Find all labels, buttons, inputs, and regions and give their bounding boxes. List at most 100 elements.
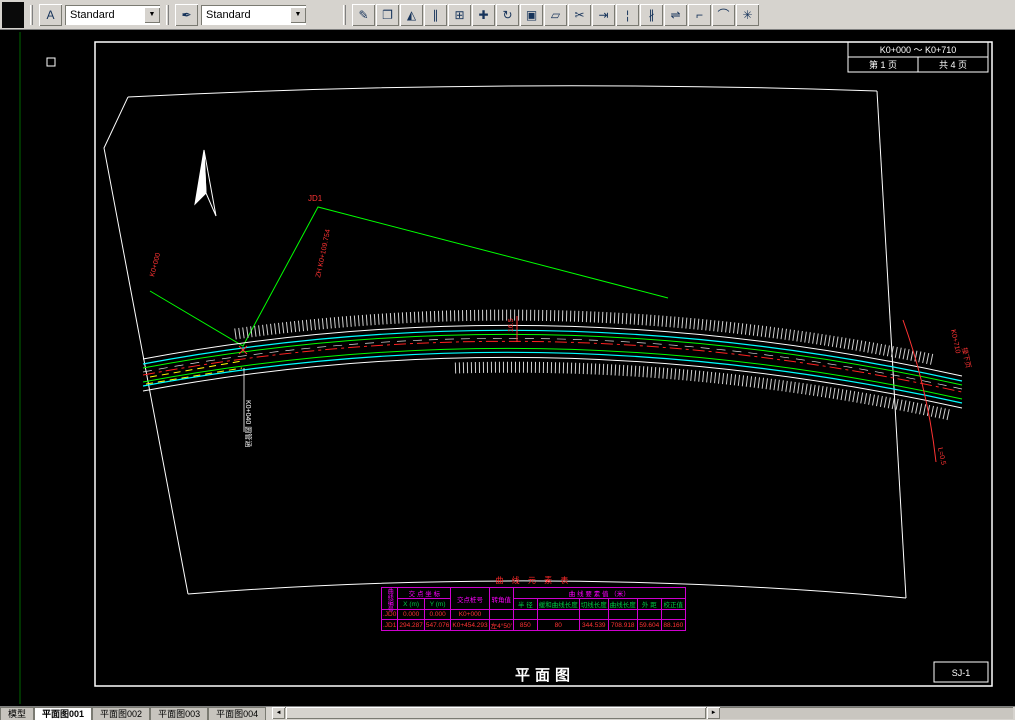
sector-boundary (103, 85, 907, 599)
zh-station-label: ZH K0+109.754 (315, 229, 332, 279)
curve-table-title: 曲 线 元 素 表 (495, 576, 572, 585)
match-line-label: K0+710 (949, 329, 961, 354)
table-cell: 850 (512, 619, 538, 631)
scale-button[interactable]: ▣ (520, 3, 543, 26)
table-cell: .JD1 (380, 619, 399, 631)
toolbar-grip[interactable] (343, 4, 346, 25)
table-cell: 0.000 (423, 609, 452, 620)
layout-tab-平面图001[interactable]: 平面图001 (34, 707, 93, 720)
copy-button[interactable]: ❐ (376, 3, 399, 26)
join-button[interactable]: ⇌ (664, 3, 687, 26)
match-note-label: 接下页 (960, 347, 973, 369)
dim-style-manager-button[interactable]: ✒ (175, 3, 198, 26)
road-edge-bottom (142, 356, 963, 409)
curve-table: 曲线编号交 点 坐 标交点桩号 转角值曲 线 要 素 值 （米） X (m) Y (m… (380, 587, 686, 631)
table-cell: 547.076 (423, 619, 452, 631)
array-button[interactable]: ⊞ (448, 3, 471, 26)
table-cell: 左4°50′ (488, 619, 514, 631)
scroll-left-icon[interactable]: ◄ (272, 707, 286, 719)
road-green-top (142, 333, 963, 386)
table-cell (578, 609, 609, 620)
chamfer-button[interactable]: ⌐ (688, 3, 711, 26)
table-subheader: Y (m) (423, 598, 452, 610)
layout-tabs: 模型 平面图001 平面图002 平面图003 平面图004 (0, 707, 267, 720)
move-button[interactable]: ✚ (472, 3, 495, 26)
table-row: .JD1 294.287 547.076 K0+454.293 左4°50′ 850 80 3… (380, 619, 686, 631)
horizontal-scrollbar[interactable]: ◄ ► (272, 707, 1013, 719)
curve-table-block: 曲 线 元 素 表 曲线编号交 点 坐 标交点桩号 转角值曲 线 要 素 值 （米… (380, 575, 686, 631)
table-cell: 708.918 (607, 619, 638, 631)
table-cell: 80 (536, 619, 580, 631)
table-subheader: 缓和曲线长度 (536, 598, 580, 610)
table-subheader: 校正值 (660, 598, 686, 610)
break-at-point-button[interactable]: ¦ (616, 3, 639, 26)
table-subheader: X (m) (397, 598, 425, 610)
layout-tab-平面图002[interactable]: 平面图002 (92, 707, 151, 720)
chevron-down-icon[interactable]: ▼ (144, 6, 160, 23)
table-header: 曲 线 要 素 值 （米） (512, 587, 686, 599)
station-marks (238, 316, 937, 463)
explode-button[interactable]: ✳ (736, 3, 759, 26)
road-cyan-bottom (142, 351, 963, 404)
drawing-canvas[interactable]: K0+000 ～ K0+710 第 1 页 共 4 页 JD1 K0+000 Z… (0, 30, 1015, 706)
table-row: .JD0 0.000 0.000 K0+000 (380, 609, 686, 620)
table-header: 交点桩号 (450, 587, 490, 610)
table-subheader: 曲线长度 (607, 598, 638, 610)
text-style-manager-button[interactable]: A (39, 3, 62, 26)
break-button[interactable]: ∦ (640, 3, 663, 26)
modify-toolbar: ✎ ❐ ◭ ∥ ⊞ ✚ ↻ ▣ ▱ ✂ ⇥ ¦ ∦ ⇌ ⌐ ⌒ ✳ (352, 3, 759, 26)
table-subheader: 外 距 (636, 598, 662, 610)
table-header: 曲线编号 (380, 587, 399, 612)
scrollbar-thumb[interactable] (286, 707, 707, 719)
sheet-title: 平面图 (515, 667, 575, 684)
sheet-no-label: SJ-1 (952, 668, 971, 678)
trim-button[interactable]: ✂ (568, 3, 591, 26)
north-arrow-icon (194, 149, 217, 217)
stretch-button[interactable]: ▱ (544, 3, 567, 26)
table-header: 转角值 (488, 587, 514, 610)
jd1-label: JD1 (308, 194, 323, 203)
table-header: 交 点 坐 标 (397, 587, 452, 599)
pickbox-cursor (46, 57, 56, 67)
layout-tab-strip: 模型 平面图001 平面图002 平面图003 平面图004 ◄ ► (0, 706, 1015, 720)
layout-tab-模型[interactable]: 模型 (0, 707, 35, 720)
extend-button[interactable]: ⇥ (592, 3, 615, 26)
slope-note-label: L=0.5 (936, 447, 947, 466)
table-cell (512, 609, 538, 620)
top-toolbar: A Standard ▼ ✒ Standard ▼ ✎ ❐ ◭ ∥ ⊞ ✚ ↻ ▣ ▱ ✂ ⇥ ¦ ∦ ⇌… (0, 0, 1015, 30)
start-station-label: K0+000 (149, 252, 162, 277)
dim-style-combo[interactable]: Standard ▼ (201, 4, 306, 25)
page-no-label: 第 1 页 (869, 59, 897, 70)
table-cell: K0+000 (450, 609, 490, 620)
lane-dashed-line (142, 337, 963, 390)
offset-button[interactable]: ∥ (424, 3, 447, 26)
chevron-down-icon[interactable]: ▼ (290, 6, 306, 23)
existing-edge-yellow-1 (145, 367, 243, 385)
table-cell: K0+454.293 (450, 619, 490, 631)
table-cell: 344.539 (578, 619, 609, 631)
table-cell: 294.287 (397, 619, 425, 631)
erase-button[interactable]: ✎ (352, 3, 375, 26)
fillet-button[interactable]: ⌒ (712, 3, 735, 26)
station-range-label: K0+000 ～ K0+710 (880, 45, 957, 55)
existing-edge-yellow-2 (149, 360, 243, 378)
culvert-label: K0+040 圆管涵 (244, 400, 253, 447)
table-cell: 88.160 (660, 619, 686, 631)
table-subheader: 切线长度 (578, 598, 609, 610)
text-style-combo[interactable]: Standard ▼ (65, 4, 160, 25)
toolbar-grip[interactable] (30, 4, 33, 25)
table-cell: 0.000 (397, 609, 425, 620)
table-cell: .JD0 (380, 609, 399, 620)
mirror-button[interactable]: ◭ (400, 3, 423, 26)
toolbar-grip[interactable] (166, 4, 169, 25)
layout-tab-平面图004[interactable]: 平面图004 (208, 707, 267, 720)
dim-style-value: Standard (206, 8, 251, 21)
table-cell (488, 609, 514, 620)
rotate-button[interactable]: ↻ (496, 3, 519, 26)
scroll-right-icon[interactable]: ► (707, 707, 721, 719)
layout-tab-平面图003[interactable]: 平面图003 (150, 707, 209, 720)
text-style-value: Standard (70, 8, 115, 21)
road-alignment (142, 324, 963, 409)
width-dimension-label: 16.5 (508, 318, 515, 332)
table-subheader: 半 径 (512, 598, 538, 610)
